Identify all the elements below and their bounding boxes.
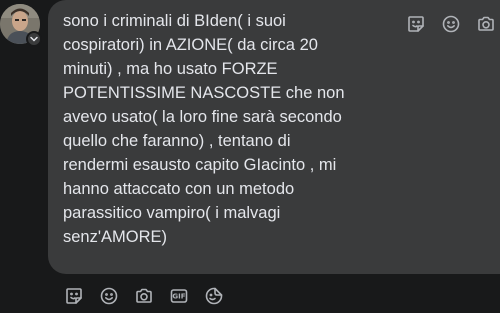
avatar-container[interactable]: [0, 4, 44, 48]
chevron-down-icon: [30, 36, 38, 42]
bottom-action-icons: GIF: [62, 284, 226, 308]
gif-label: GIF: [172, 293, 185, 301]
emoji-icon[interactable]: [97, 284, 121, 308]
emoji-icon[interactable]: [439, 12, 463, 36]
avatar-menu-badge[interactable]: [26, 31, 42, 47]
gif-icon[interactable]: GIF: [167, 284, 191, 308]
camera-icon[interactable]: [132, 284, 156, 308]
sticker-face-icon[interactable]: [202, 284, 226, 308]
sticker-icon[interactable]: [62, 284, 86, 308]
comment-thread: sono i criminali di BIden( i suoi cospir…: [0, 0, 500, 313]
sticker-icon[interactable]: [404, 12, 428, 36]
camera-icon[interactable]: [474, 12, 498, 36]
comment-text[interactable]: sono i criminali di BIden( i suoi cospir…: [63, 9, 393, 249]
top-action-icons: [404, 12, 500, 36]
